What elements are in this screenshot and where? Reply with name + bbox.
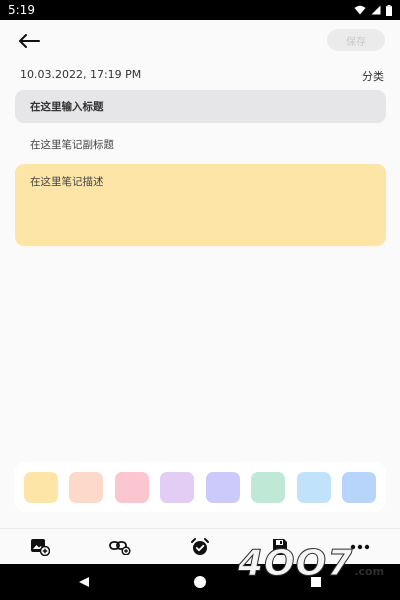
nav-recents-button[interactable]	[306, 572, 326, 592]
bottom-toolbar	[0, 528, 400, 564]
battery-icon	[386, 4, 392, 16]
link-button[interactable]	[106, 533, 134, 561]
color-swatch-lavender[interactable]	[160, 471, 195, 503]
color-swatch-yellow[interactable]	[24, 471, 58, 503]
note-datetime: 10.03.2022, 17:19 PM	[20, 68, 142, 81]
more-button[interactable]	[346, 533, 374, 561]
nav-back-button[interactable]	[74, 572, 94, 592]
category-button[interactable]: 分类	[362, 68, 384, 84]
alarm-button[interactable]	[186, 533, 214, 561]
color-swatch-periwinkle[interactable]	[205, 471, 240, 503]
wifi-icon	[354, 5, 366, 15]
save-icon	[273, 539, 287, 555]
description-input[interactable]: 在这里笔记描述	[15, 164, 386, 246]
subtitle-input[interactable]: 在这里笔记副标题	[15, 132, 386, 156]
app-bar: 保存	[0, 20, 400, 62]
color-palette	[14, 462, 386, 512]
add-image-icon	[31, 539, 50, 556]
save-button[interactable]: 保存	[327, 29, 385, 51]
add-image-button[interactable]	[26, 533, 54, 561]
note-editor: 10.03.2022, 17:19 PM 分类 在这里输入标题 在这里笔记副标题…	[0, 62, 400, 528]
arrow-left-icon	[19, 34, 40, 48]
color-swatch-sky[interactable]	[296, 471, 331, 503]
color-swatch-mint[interactable]	[251, 471, 286, 503]
status-time: 5:19	[8, 3, 35, 17]
meta-row: 10.03.2022, 17:19 PM 分类	[20, 68, 384, 84]
system-nav-bar	[0, 564, 400, 600]
alarm-icon	[191, 538, 209, 555]
color-swatch-peach[interactable]	[69, 471, 104, 503]
signal-icon	[371, 5, 381, 15]
title-input[interactable]: 在这里输入标题	[15, 90, 386, 123]
triangle-back-icon	[79, 577, 89, 587]
circle-home-icon	[194, 576, 206, 588]
square-recents-icon	[311, 577, 321, 587]
status-icons	[354, 4, 392, 16]
nav-home-button[interactable]	[190, 572, 210, 592]
color-swatch-pink[interactable]	[114, 471, 149, 503]
back-button[interactable]	[14, 28, 44, 54]
more-icon	[350, 544, 370, 550]
status-bar: 5:19	[0, 0, 400, 20]
link-icon	[109, 541, 131, 555]
color-swatch-blue[interactable]	[341, 471, 376, 503]
save-draft-button[interactable]	[266, 533, 294, 561]
